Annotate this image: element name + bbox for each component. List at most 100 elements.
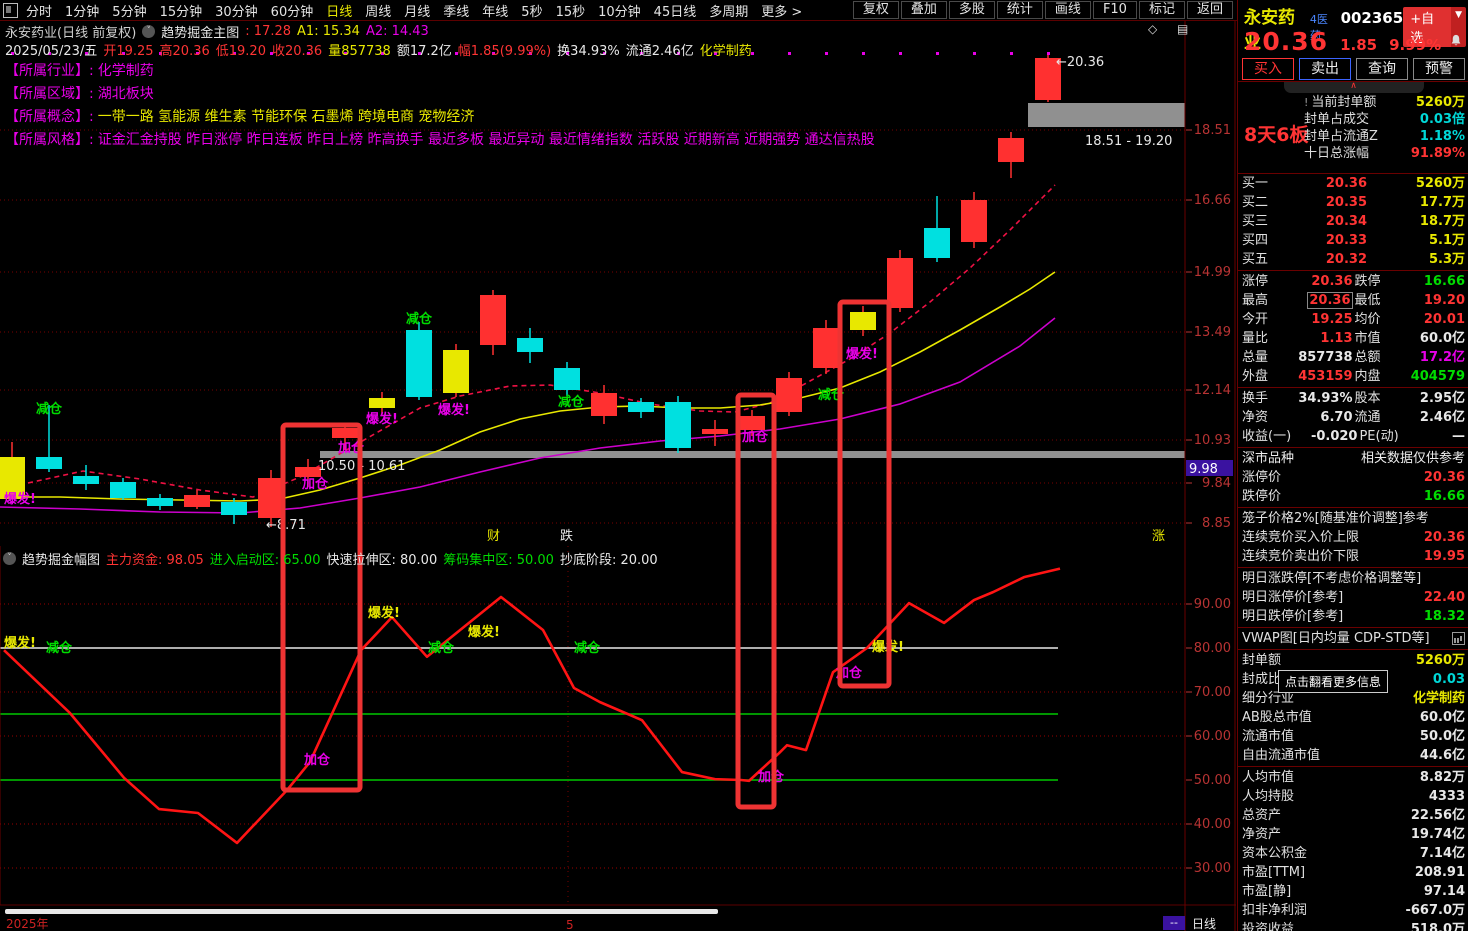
tool-button-6[interactable]: 标记 xyxy=(1138,1,1185,19)
tool-button-3[interactable]: 统计 xyxy=(996,1,1043,19)
svg-text:爆发!: 爆发! xyxy=(438,402,470,418)
svg-text:12.14: 12.14 xyxy=(1194,383,1231,398)
stat-row-45[interactable]: 扣非净利润 -667.0万 xyxy=(1238,901,1468,920)
stat-pair-row-13[interactable]: 换手 34.93% 股本 2.95亿 xyxy=(1238,389,1468,408)
period-tab-14[interactable]: 45日线 xyxy=(654,1,697,20)
tool-button-4[interactable]: 画线 xyxy=(1044,1,1091,19)
stat-pair-row-8[interactable]: 今开 19.25 均价 20.01 xyxy=(1238,310,1468,329)
collapse-handle[interactable]: ∧ xyxy=(1283,82,1424,93)
stat-row-31[interactable]: 封单额 5260万 xyxy=(1238,651,1468,670)
bid-row-买二[interactable]: 买二 20.35 17.7万 xyxy=(1238,193,1468,212)
stat-row-36[interactable]: 自由流通市值 44.6亿 xyxy=(1238,746,1468,765)
stat-row-23[interactable]: 连续竞价卖出价下限 19.95 xyxy=(1238,547,1468,566)
period-tab-7[interactable]: 周线 xyxy=(365,1,391,20)
stock-name-row: 永安药业 4医药 002365 +自选 ▼ xyxy=(1238,0,1468,53)
card-row-0: ! 当前封单额 5260万 xyxy=(1304,95,1465,110)
query-button[interactable]: 查询 xyxy=(1356,58,1408,80)
mini-chart-icon[interactable] xyxy=(1452,632,1465,645)
stat-row-39[interactable]: 人均持股 4333 xyxy=(1238,787,1468,806)
stat-pair-row-15[interactable]: 收益(一) -0.020 PE(动) — xyxy=(1238,427,1468,446)
svg-text:18.51 - 19.20: 18.51 - 19.20 xyxy=(1085,134,1172,149)
stat-row-18[interactable]: 涨停价 20.36 xyxy=(1238,468,1468,487)
window-grid-icon[interactable] xyxy=(3,2,18,18)
tool-menu: 复权 叠加 多股 统计 画线 F10 标记 返回 xyxy=(852,1,1233,19)
stat-row-38[interactable]: 人均市值 8.82万 xyxy=(1238,768,1468,787)
bid-row-买五[interactable]: 买五 20.32 5.3万 xyxy=(1238,250,1468,269)
period-tab-12[interactable]: 15秒 xyxy=(556,1,586,20)
buy-signal-boxes xyxy=(280,299,892,810)
stat-row-43[interactable]: 市盈[TTM] 208.91 xyxy=(1238,863,1468,882)
buy-button[interactable]: 买入 xyxy=(1242,58,1294,80)
stat-row-42[interactable]: 资本公积金 7.14亿 xyxy=(1238,844,1468,863)
board-streak: 8天6板 xyxy=(1244,124,1309,146)
stat-pair-row-7[interactable]: 最高 20.36 最低 19.20 xyxy=(1238,291,1468,310)
period-tab-8[interactable]: 月线 xyxy=(404,1,430,20)
stat-row-26[interactable]: 明日涨停价[参考] 22.40 xyxy=(1238,588,1468,607)
svg-text:涨: 涨 xyxy=(1152,529,1165,544)
h-scrollbar[interactable] xyxy=(5,909,718,914)
info-line-2: 【所属概念】: 一带一路 氢能源 维生素 节能环保 石墨烯 跨境电商 宠物经济 xyxy=(5,109,475,125)
signal-labels: 爆发!减仓加仓加仓爆发!减仓爆发!减仓加仓减仓爆发!爆发! 减仓加仓爆发!减仓爆发… xyxy=(4,55,1172,785)
period-tab-9[interactable]: 季线 xyxy=(443,1,469,20)
stat-row-21[interactable]: 笼子价格2%[随基准价调整]参考 xyxy=(1238,509,1468,528)
alert-bell-icon[interactable] xyxy=(1449,33,1463,49)
stat-row-25[interactable]: 明日涨跌停[不考虑价格调整等] xyxy=(1238,569,1468,588)
svg-text:加仓: 加仓 xyxy=(301,476,329,492)
stat-row-19[interactable]: 跌停价 16.66 xyxy=(1238,487,1468,506)
stat-pair-row-11[interactable]: 外盘 453159 内盘 404579 xyxy=(1238,367,1468,386)
tool-button-1[interactable]: 叠加 xyxy=(900,1,947,19)
period-tab-5[interactable]: 60分钟 xyxy=(271,1,314,20)
period-tab-1[interactable]: 1分钟 xyxy=(65,1,99,20)
top-menubar: 分时 1分钟 5分钟 15分钟 30分钟 60分钟 日线 周线 月线 季线 年线 5秒 15秒 10分钟 4… xyxy=(0,0,1237,21)
stat-row-22[interactable]: 连续竞价买入价上限 20.36 xyxy=(1238,528,1468,547)
stat-row-41[interactable]: 净资产 19.74亿 xyxy=(1238,825,1468,844)
sell-button[interactable]: 卖出 xyxy=(1299,58,1351,80)
period-tab-10[interactable]: 年线 xyxy=(482,1,508,20)
stat-pair-row-10[interactable]: 总量 857738 总额 17.2亿 xyxy=(1238,348,1468,367)
period-tab-13[interactable]: 10分钟 xyxy=(598,1,641,20)
period-tab-11[interactable]: 5秒 xyxy=(521,1,542,20)
stat-pair-row-14[interactable]: 净资 6.70 流通 2.46亿 xyxy=(1238,408,1468,427)
stat-row-44[interactable]: 市盈[静] 97.14 xyxy=(1238,882,1468,901)
svg-text:5: 5 xyxy=(566,918,574,931)
quote-panel: 永安药业 4医药 002365 +自选 ▼ 20.36 1.85 9.99% 买… xyxy=(1237,0,1468,931)
stat-row-34[interactable]: AB股总市值 60.0亿 xyxy=(1238,708,1468,727)
svg-text:10.93: 10.93 xyxy=(1194,433,1231,448)
tool-button-5[interactable]: F10 xyxy=(1092,1,1137,19)
svg-text:财: 财 xyxy=(487,529,500,544)
tool-button-7[interactable]: 返回 xyxy=(1186,1,1233,19)
period-tab-6[interactable]: 日线 xyxy=(326,1,352,20)
svg-text:加仓: 加仓 xyxy=(303,752,331,768)
stat-row-40[interactable]: 总资产 22.56亿 xyxy=(1238,806,1468,825)
period-tab-0[interactable]: 分时 xyxy=(26,1,52,20)
stat-pair-row-6[interactable]: 涨停 20.36 跌停 16.66 xyxy=(1238,272,1468,291)
stat-row-27[interactable]: 明日跌停价[参考] 18.32 xyxy=(1238,607,1468,626)
bottom-dash-tab[interactable]: -- xyxy=(1163,916,1185,930)
section-header: 深市品种 相关数据仅供参考 xyxy=(1242,451,1465,466)
bid-row-买四[interactable]: 买四 20.33 5.1万 xyxy=(1238,231,1468,250)
alert-button[interactable]: 预警 xyxy=(1413,58,1465,80)
stat-pair-row-9[interactable]: 量比 1.13 市值 60.0亿 xyxy=(1238,329,1468,348)
pane-window-icons[interactable]: ◇ ▤ xyxy=(1148,22,1196,36)
svg-text:9.98: 9.98 xyxy=(1189,462,1218,477)
period-tab-3[interactable]: 15分钟 xyxy=(160,1,203,20)
svg-text:减仓: 减仓 xyxy=(46,640,73,656)
period-tab-4[interactable]: 30分钟 xyxy=(215,1,258,20)
separator xyxy=(1238,270,1468,271)
more-info-tooltip: 点击翻看更多信息 xyxy=(1278,670,1389,693)
bid-row-买三[interactable]: 买三 20.34 18.7万 xyxy=(1238,212,1468,231)
separator xyxy=(1238,447,1468,448)
period-tab-2[interactable]: 5分钟 xyxy=(112,1,146,20)
period-tab-15[interactable]: 多周期 xyxy=(709,1,748,20)
tool-button-2[interactable]: 多股 xyxy=(948,1,995,19)
bottom-period-tab[interactable]: 日线 xyxy=(1192,915,1216,931)
trade-buttons-row: 买入 卖出 查询 预警 xyxy=(1238,55,1468,82)
svg-text:50.00: 50.00 xyxy=(1194,773,1231,788)
tool-button-0[interactable]: 复权 xyxy=(852,1,899,19)
stat-row-46[interactable]: 投资收益 518.0万 xyxy=(1238,920,1468,931)
stat-row-35[interactable]: 流通市值 50.0亿 xyxy=(1238,727,1468,746)
period-tab-16[interactable]: 更多 > xyxy=(761,1,802,20)
stat-row-29[interactable]: VWAP图[日内均量 CDP-STD等] xyxy=(1238,629,1468,648)
bid-row-买一[interactable]: 买一 20.36 5260万 xyxy=(1238,174,1468,193)
svg-text:2025年: 2025年 xyxy=(6,917,49,931)
